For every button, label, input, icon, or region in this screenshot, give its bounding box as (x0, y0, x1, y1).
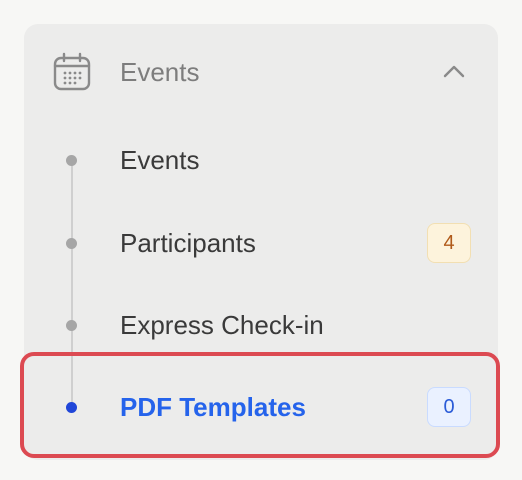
sidebar-item-events[interactable]: Events (24, 125, 498, 195)
group-title: Events (120, 57, 200, 87)
calendar-icon (52, 52, 92, 92)
sidebar-item-express-check-in[interactable]: Express Check-in (24, 290, 498, 360)
bullet-dot (66, 320, 77, 331)
sidebar-item-label: Express Check-in (120, 310, 324, 340)
chevron-up-icon[interactable] (442, 60, 466, 84)
events-group-header[interactable]: Events (24, 24, 498, 120)
tree-connector-line (71, 160, 73, 408)
count-badge: 4 (427, 223, 471, 263)
sidebar-item-label: Participants (120, 228, 256, 258)
sidebar-item-participants[interactable]: Participants 4 (24, 208, 498, 278)
sidebar-item-pdf-templates[interactable]: PDF Templates 0 (24, 372, 498, 442)
bullet-dot (66, 238, 77, 249)
bullet-dot (66, 155, 77, 166)
sidebar-item-label: Events (120, 145, 200, 175)
sidebar-panel: Events Events Participants 4 Express Che… (24, 24, 498, 460)
bullet-dot (66, 402, 77, 413)
count-badge: 0 (427, 387, 471, 427)
sidebar-item-label: PDF Templates (120, 392, 306, 422)
